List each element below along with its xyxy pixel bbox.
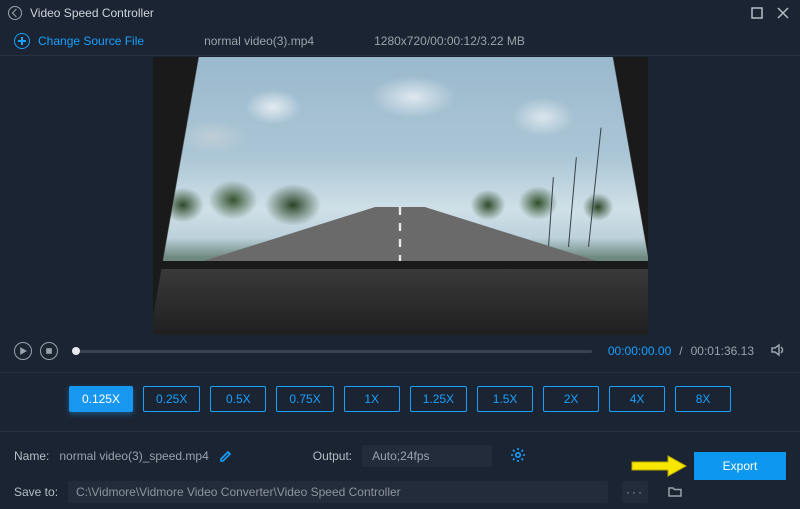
seek-slider[interactable] <box>74 350 592 353</box>
close-button[interactable] <box>774 4 792 22</box>
video-preview[interactable] <box>153 57 648 335</box>
speed-button-1x[interactable]: 1X <box>344 386 400 412</box>
video-stage <box>0 56 800 336</box>
speed-button-2x[interactable]: 2X <box>543 386 599 412</box>
export-button-label: Export <box>723 459 758 473</box>
time-separator: / <box>679 344 682 358</box>
source-bar: Change Source File normal video(3).mp4 1… <box>0 26 800 56</box>
maximize-button[interactable] <box>748 4 766 22</box>
speed-button-4x[interactable]: 4X <box>609 386 665 412</box>
output-format-value: Auto;24fps <box>372 449 429 463</box>
browse-button[interactable]: ··· <box>622 481 648 503</box>
output-format-select[interactable]: Auto;24fps <box>362 445 492 467</box>
app-title: Video Speed Controller <box>30 6 154 20</box>
transport-bar: 00:00:00.00 / 00:01:36.13 <box>0 336 800 366</box>
speed-button-1-25x[interactable]: 1.25X <box>410 386 467 412</box>
bottom-panel: Name: normal video(3)_speed.mp4 Output: … <box>0 432 800 509</box>
speed-button-0-75x[interactable]: 0.75X <box>276 386 333 412</box>
time-duration: 00:01:36.13 <box>691 344 754 358</box>
speed-button-8x[interactable]: 8X <box>675 386 731 412</box>
export-button[interactable]: Export <box>694 452 786 480</box>
speed-button-0-125x[interactable]: 0.125X <box>69 386 133 412</box>
plus-circle-icon <box>14 33 30 49</box>
source-filename: normal video(3).mp4 <box>204 34 314 48</box>
play-button[interactable] <box>14 342 32 360</box>
speed-button-0-5x[interactable]: 0.5X <box>210 386 266 412</box>
edit-name-button[interactable] <box>219 449 233 463</box>
saveto-path-value: C:\Vidmore\Vidmore Video Converter\Video… <box>76 485 401 499</box>
open-folder-button[interactable] <box>662 481 688 503</box>
change-source-label: Change Source File <box>38 34 144 48</box>
stop-button[interactable] <box>40 342 58 360</box>
saveto-label: Save to: <box>14 485 58 499</box>
name-label: Name: <box>14 449 49 463</box>
speed-buttons-row: 0.125X 0.25X 0.5X 0.75X 1X 1.25X 1.5X 2X 4X 8X <box>0 373 800 425</box>
time-current: 00:00:00.00 <box>608 344 671 358</box>
seek-thumb[interactable] <box>72 347 80 355</box>
saveto-path-field[interactable]: C:\Vidmore\Vidmore Video Converter\Video… <box>68 481 608 503</box>
name-value: normal video(3)_speed.mp4 <box>59 449 208 463</box>
app-logo-icon <box>8 6 22 20</box>
output-label: Output: <box>313 449 352 463</box>
change-source-button[interactable]: Change Source File <box>14 33 144 49</box>
speed-button-0-25x[interactable]: 0.25X <box>143 386 200 412</box>
titlebar: Video Speed Controller <box>0 0 800 26</box>
source-meta: 1280x720/00:00:12/3.22 MB <box>374 34 525 48</box>
output-settings-button[interactable] <box>510 447 526 466</box>
volume-button[interactable] <box>770 342 786 361</box>
speed-button-1-5x[interactable]: 1.5X <box>477 386 533 412</box>
